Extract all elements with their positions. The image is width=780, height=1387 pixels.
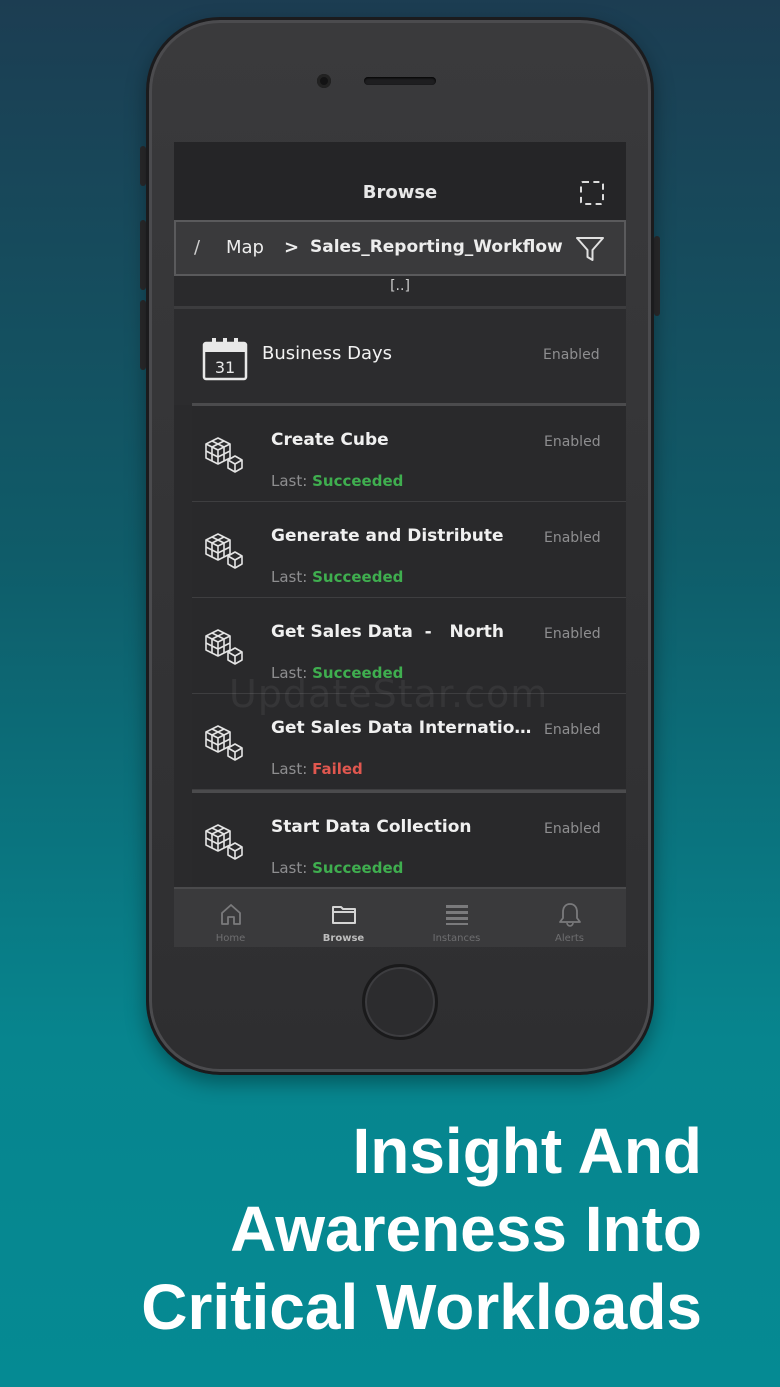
tab-instances[interactable]: Instances (400, 889, 513, 947)
last-run-result: Failed (312, 760, 363, 778)
status-badge: Enabled (544, 434, 601, 450)
last-run: Last: Succeeded (271, 859, 403, 877)
list-item-title: Generate and Distribute (271, 526, 504, 546)
list-item-title: Get Sales Data - North (271, 622, 504, 642)
list-item-start-data-collection[interactable]: Start Data Collection Enabled Last: Succ… (192, 790, 626, 886)
filter-funnel-icon[interactable] (574, 234, 606, 264)
tab-alerts[interactable]: Alerts (513, 889, 626, 947)
app-screen: Browse / Map > Sales_Reporting_Workflow … (174, 142, 626, 947)
list-item-title: Business Days (262, 343, 393, 364)
last-run-result: Succeeded (312, 472, 404, 490)
breadcrumb-root[interactable]: / (194, 237, 200, 258)
last-run-label: Last: (271, 859, 308, 877)
tab-bar: Home Browse Instances Alerts (174, 887, 626, 947)
list-item-title: Start Data Collection (271, 817, 472, 837)
list-item-create-cube[interactable]: Create Cube Enabled Last: Succeeded (192, 406, 626, 502)
earpiece-speaker (364, 77, 436, 85)
last-run: Last: Succeeded (271, 472, 403, 490)
home-icon (220, 904, 241, 925)
power-button (654, 236, 660, 316)
status-badge: Enabled (544, 821, 601, 837)
list-item-business-days[interactable]: 31 Business Days Enabled (174, 309, 626, 405)
headline-line-1: Insight And (352, 1115, 702, 1187)
calendar-day: 31 (215, 358, 235, 377)
cube-workflow-icon (205, 725, 243, 761)
marketing-headline: Insight And Awareness Into Critical Work… (82, 1112, 702, 1346)
last-run-label: Last: (271, 472, 308, 490)
tab-label: Browse (322, 933, 365, 944)
last-run: Last: Failed (271, 760, 363, 778)
status-badge: Enabled (544, 626, 601, 642)
status-badge: Enabled (544, 722, 601, 738)
headline-line-3: Critical Workloads (141, 1271, 702, 1343)
list-item-title: Get Sales Data Internatio... (271, 718, 533, 738)
breadcrumb: / Map > Sales_Reporting_Workflow (174, 220, 626, 276)
tab-browse[interactable]: Browse (287, 889, 400, 947)
front-camera (317, 74, 331, 88)
tab-label: Alerts (554, 933, 584, 944)
navigation-bar: Browse (174, 142, 626, 220)
list-item-generate-and-distribute[interactable]: Generate and Distribute Enabled Last: Su… (192, 502, 626, 598)
last-run-label: Last: (271, 760, 308, 778)
list-icon (445, 905, 468, 925)
status-badge: Enabled (544, 530, 601, 546)
cube-workflow-icon (205, 533, 243, 569)
last-run-label: Last: (271, 568, 308, 586)
calendar-icon: 31 (202, 338, 248, 381)
breadcrumb-parent[interactable]: Map (226, 237, 264, 258)
tab-label: Home (215, 933, 246, 944)
tab-home[interactable]: Home (174, 889, 287, 947)
folder-icon (331, 906, 356, 924)
cube-workflow-icon (205, 437, 243, 473)
job-list: Create Cube Enabled Last: Succeeded Gene… (192, 406, 626, 886)
page-title: Browse (362, 182, 438, 203)
last-run-result: Succeeded (312, 859, 404, 877)
bell-icon (558, 903, 581, 927)
breadcrumb-separator: > (284, 237, 300, 258)
list-item-title: Create Cube (271, 430, 389, 450)
last-run-result: Succeeded (312, 568, 404, 586)
cube-workflow-icon (205, 629, 243, 665)
last-run: Last: Succeeded (271, 568, 403, 586)
watermark: UpdateStar.com (229, 672, 549, 716)
parent-folder-link[interactable]: [..] (174, 276, 626, 300)
expand-dashed-square-icon[interactable] (580, 181, 604, 205)
tab-label: Instances (432, 933, 481, 944)
cube-workflow-icon (205, 824, 243, 860)
headline-line-2: Awareness Into (230, 1193, 702, 1265)
status-badge: Enabled (543, 347, 600, 363)
breadcrumb-current: Sales_Reporting_Workflow (310, 237, 563, 257)
home-button (362, 964, 438, 1040)
